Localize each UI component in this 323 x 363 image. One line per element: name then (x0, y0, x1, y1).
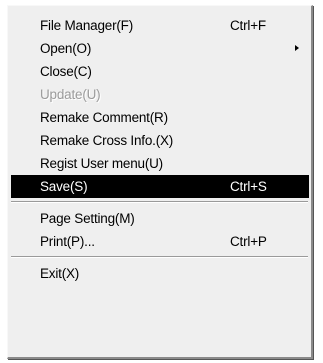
menu-item-open[interactable]: Open(O) (8, 37, 311, 60)
menu-item-update: Update(U) (8, 83, 311, 106)
menu-item-label: Page Setting(M) (40, 211, 135, 226)
menu-item-label: Remake Cross Info.(X) (40, 133, 174, 148)
menu-item-label: Remake Comment(R) (40, 110, 168, 125)
menu-item-remake-comment[interactable]: Remake Comment(R) (8, 106, 311, 129)
menu-item-file-manager[interactable]: File Manager(F) Ctrl+F (8, 14, 311, 37)
menu-item-shortcut: Ctrl+P (230, 234, 267, 249)
menu-item-label: Regist User menu(U) (40, 156, 163, 171)
menu-item-print[interactable]: Print(P)... Ctrl+P (8, 230, 311, 253)
menu-top-padding (8, 6, 311, 14)
file-context-menu: File Manager(F) Ctrl+F Open(O) Close(C) … (7, 5, 313, 359)
menu-item-remake-cross-info[interactable]: Remake Cross Info.(X) (8, 129, 311, 152)
menu-item-exit[interactable]: Exit(X) (8, 262, 311, 285)
menu-item-label: Open(O) (40, 41, 92, 56)
menu-item-regist-user-menu[interactable]: Regist User menu(U) (8, 152, 311, 175)
menu-item-label: Print(P)... (40, 234, 95, 249)
menu-item-label: Exit(X) (40, 266, 80, 281)
menu-item-close[interactable]: Close(C) (8, 60, 311, 83)
menu-item-label: Update(U) (40, 87, 101, 102)
menu-item-label: Save(S) (40, 179, 88, 194)
menu-item-shortcut: Ctrl+S (230, 179, 267, 194)
menu-separator (8, 198, 311, 207)
submenu-arrow-icon (295, 45, 299, 51)
menu-item-page-setting[interactable]: Page Setting(M) (8, 207, 311, 230)
menu-item-save[interactable]: Save(S) Ctrl+S (11, 175, 309, 198)
menu-item-label: Close(C) (40, 64, 92, 79)
menu-item-label: File Manager(F) (40, 18, 134, 33)
menu-separator (8, 253, 311, 262)
menu-item-shortcut: Ctrl+F (230, 18, 266, 33)
